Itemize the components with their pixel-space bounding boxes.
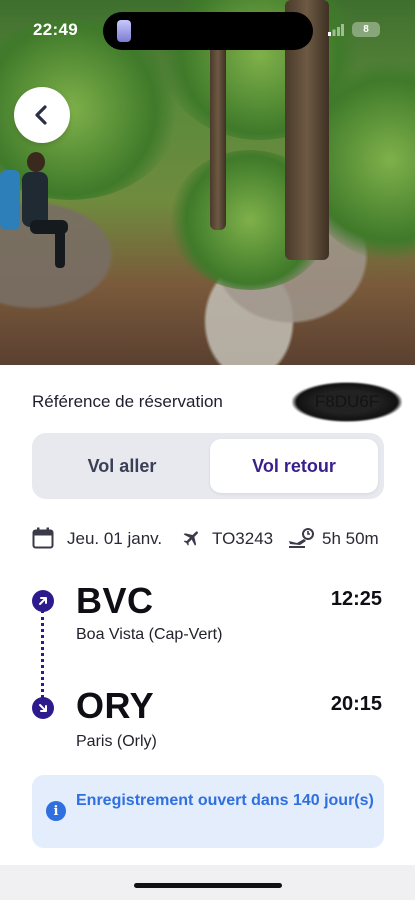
hiker-figure bbox=[0, 152, 68, 268]
flight-duration: 5h 50m bbox=[322, 529, 379, 548]
home-indicator[interactable] bbox=[134, 883, 282, 888]
status-bar: 22:49 8 bbox=[0, 0, 415, 56]
airplane-icon bbox=[183, 531, 198, 546]
tab-vol-aller[interactable]: Vol aller bbox=[38, 439, 206, 493]
back-button[interactable] bbox=[14, 87, 70, 143]
battery-level: 8 bbox=[363, 24, 369, 35]
departure-time: 12:25 bbox=[330, 588, 382, 610]
home-area bbox=[0, 865, 415, 900]
hero-image: 22:49 8 bbox=[0, 0, 415, 365]
landing-arrow-icon bbox=[32, 697, 54, 719]
takeoff-arrow-icon bbox=[32, 590, 54, 612]
booking-sheet: Référence de réservation F8DU6F Vol alle… bbox=[0, 365, 415, 865]
arrival-city: Paris (Orly) bbox=[76, 733, 157, 750]
status-time: 22:49 bbox=[33, 20, 78, 39]
departure-leg: BVC 12:25 Boa Vista (Cap-Vert) bbox=[32, 580, 384, 650]
flight-number: TO3243 bbox=[212, 529, 274, 548]
landing-clock-icon bbox=[289, 528, 314, 548]
departure-city: Boa Vista (Cap-Vert) bbox=[76, 626, 223, 643]
tab-vol-retour[interactable]: Vol retour bbox=[210, 439, 378, 493]
signal-icon bbox=[328, 24, 344, 36]
reservation-code-text: F8DU6F bbox=[314, 392, 380, 411]
arrival-code: ORY bbox=[76, 685, 155, 726]
arrival-time: 20:15 bbox=[330, 693, 382, 715]
arrival-leg: ORY 20:15 Paris (Orly) bbox=[32, 685, 384, 755]
reservation-label: Référence de réservation bbox=[32, 392, 223, 411]
tree-trunk bbox=[210, 40, 226, 230]
flashlight-icon bbox=[117, 20, 131, 42]
reservation-code: F8DU6F bbox=[292, 382, 402, 422]
info-icon: i bbox=[46, 801, 66, 821]
flight-info-row: Jeu. 01 janv. TO3243 5h 50m bbox=[32, 527, 397, 553]
checkin-banner-text: Enregistrement ouvert dans 140 jour(s) bbox=[76, 792, 374, 809]
reservation-row: Référence de réservation F8DU6F bbox=[32, 382, 402, 422]
calendar-icon bbox=[32, 527, 54, 549]
flight-date: Jeu. 01 janv. bbox=[67, 529, 163, 548]
chevron-left-icon bbox=[35, 105, 47, 125]
dynamic-island bbox=[103, 12, 313, 50]
flight-direction-tabs: Vol aller Vol retour bbox=[32, 433, 384, 499]
checkin-banner: i Enregistrement ouvert dans 140 jour(s) bbox=[32, 775, 384, 848]
battery-icon: 8 bbox=[352, 22, 380, 37]
departure-code: BVC bbox=[76, 580, 154, 621]
